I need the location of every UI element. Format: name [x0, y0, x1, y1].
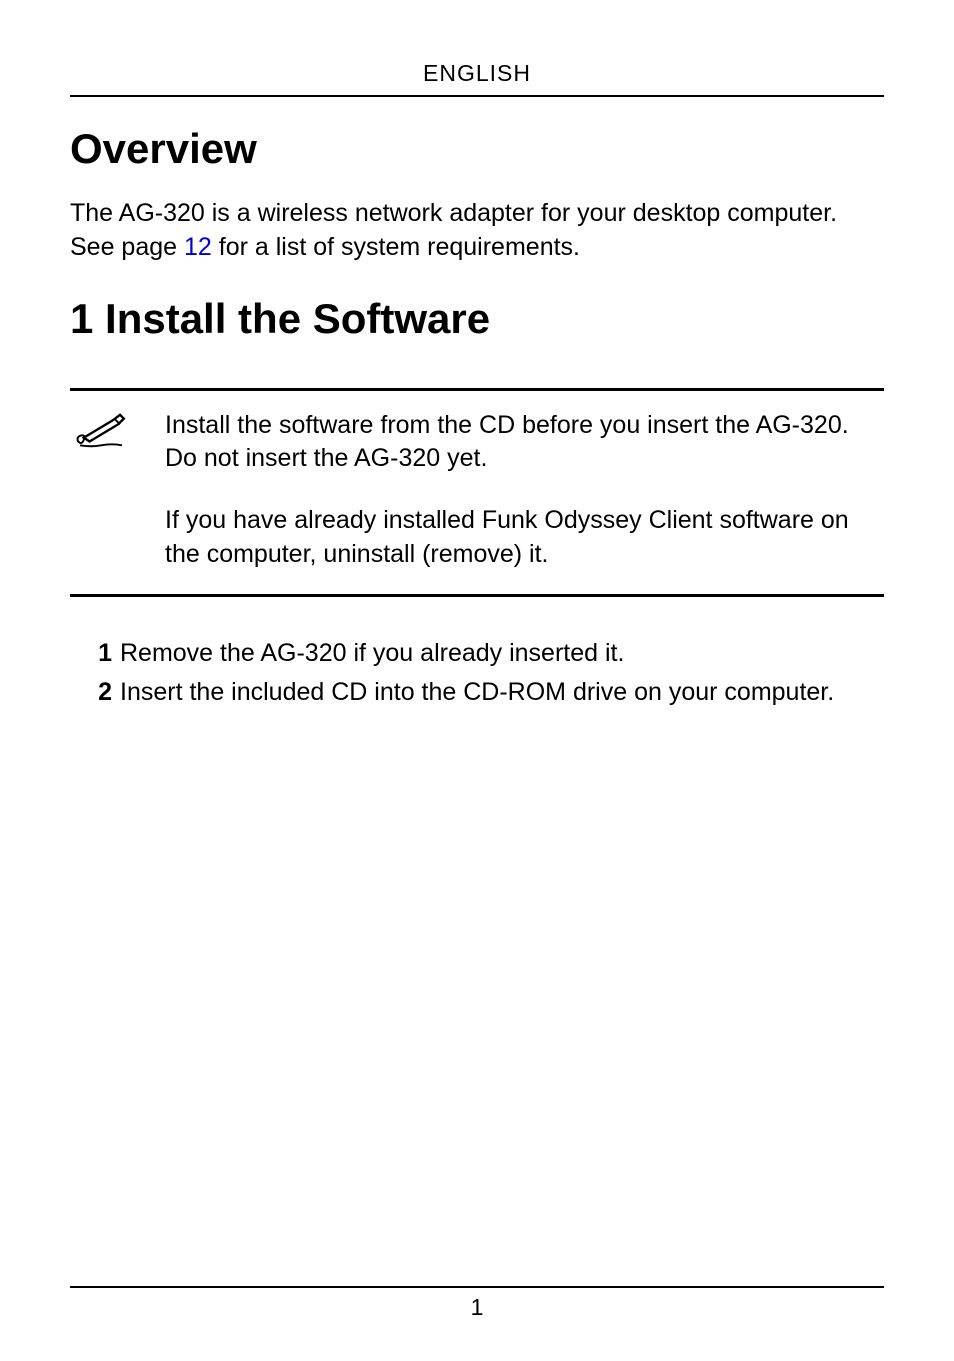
note-pencil-icon	[70, 409, 135, 456]
header-divider	[70, 95, 884, 97]
page-number: 1	[70, 1294, 884, 1321]
page-footer: 1	[70, 1286, 884, 1321]
steps-list: 1 Remove the AG-320 if you already inser…	[70, 637, 884, 711]
overview-paragraph: The AG-320 is a wireless network adapter…	[70, 197, 884, 265]
footer-divider	[70, 1286, 884, 1288]
header-language-label: ENGLISH	[70, 60, 884, 87]
step-item: 2 Insert the included CD into the CD-ROM…	[88, 676, 884, 710]
page-link[interactable]: 12	[184, 233, 212, 261]
step-item: 1 Remove the AG-320 if you already inser…	[88, 637, 884, 671]
step-text: Insert the included CD into the CD-ROM d…	[120, 676, 884, 710]
note-paragraph-2: If you have already installed Funk Odyss…	[165, 504, 884, 572]
step-text: Remove the AG-320 if you already inserte…	[120, 637, 884, 671]
step-number: 2	[88, 676, 112, 710]
install-heading: 1 Install the Software	[70, 295, 884, 343]
note-box: Install the software from the CD before …	[70, 388, 884, 597]
step-number: 1	[88, 637, 112, 671]
overview-text-after: for a list of system requirements.	[212, 233, 580, 261]
note-paragraph-1: Install the software from the CD before …	[165, 409, 884, 477]
overview-heading: Overview	[70, 125, 884, 173]
